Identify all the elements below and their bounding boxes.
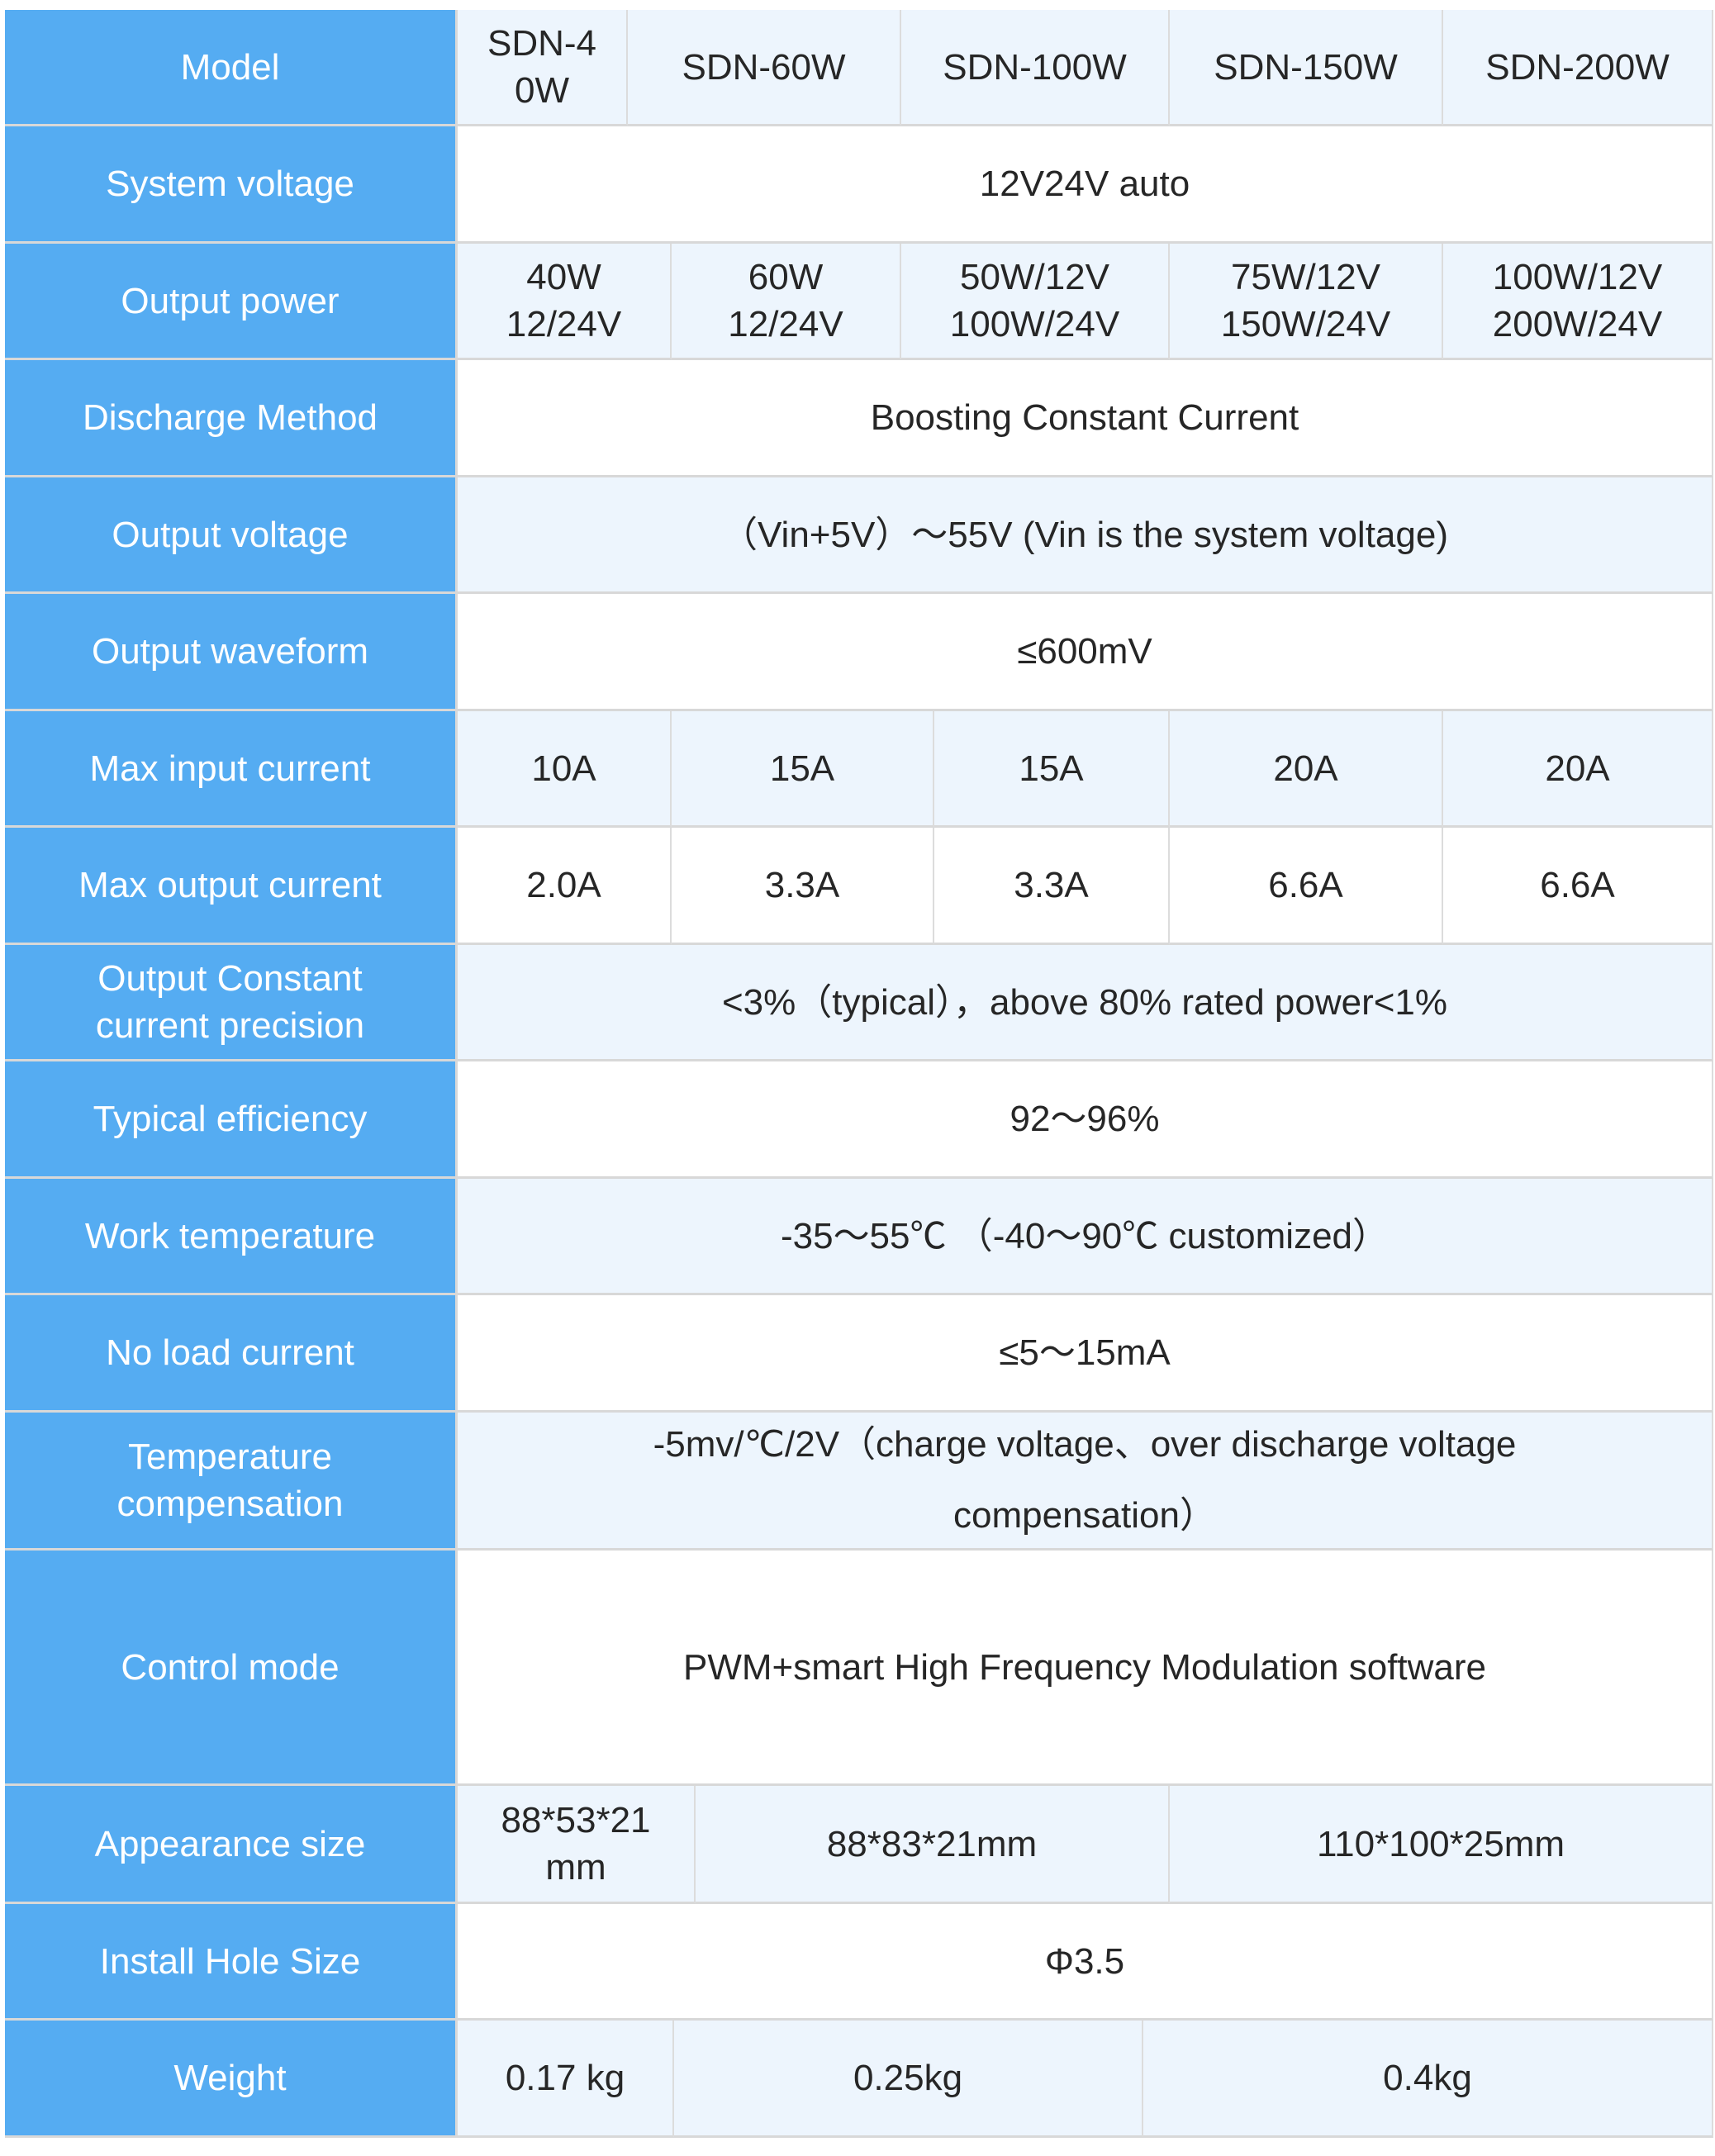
- table-row-current-precision: Output Constant current precision <3%（ty…: [5, 945, 1713, 1061]
- value-cell: 50W/12V 100W/24V: [901, 244, 1170, 360]
- table-row-work-temperature: Work temperature -35～55℃ （-40～90℃ custom…: [5, 1179, 1713, 1295]
- row-label: Output power: [5, 244, 458, 360]
- model-cell: SDN-200W: [1443, 10, 1713, 126]
- value-cell: 92～96%: [458, 1061, 1713, 1179]
- row-label: Max input current: [5, 711, 458, 828]
- value-cell: （Vin+5V）～55V (Vin is the system voltage): [458, 477, 1713, 594]
- value-cell: 20A: [1443, 711, 1713, 828]
- row-label: Temperature compensation: [5, 1413, 458, 1551]
- row-label: Typical efficiency: [5, 1061, 458, 1179]
- value-cell: <3%（typical），above 80% rated power<1%: [458, 945, 1713, 1061]
- table-row-system-voltage: System voltage 12V24V auto: [5, 126, 1713, 244]
- value-cell: 10A: [458, 711, 672, 828]
- value-cell: 40W 12/24V: [458, 244, 672, 360]
- table-row-control-mode: Control mode PWM+smart High Frequency Mo…: [5, 1551, 1713, 1786]
- value-cell: 0.4kg: [1143, 2021, 1713, 2138]
- value-cell: 88*83*21mm: [696, 1786, 1170, 1904]
- value-cell: 60W 12/24V: [672, 244, 901, 360]
- row-label: Discharge Method: [5, 360, 458, 477]
- value-cell: 0.17 kg: [458, 2021, 674, 2138]
- model-cell: SDN-4 0W: [458, 10, 628, 126]
- value-cell: ≤600mV: [458, 594, 1713, 711]
- value-cell: 6.6A: [1170, 828, 1443, 945]
- table-row-temperature-compensation: Temperature compensation -5mv/℃/2V（charg…: [5, 1413, 1713, 1551]
- value-cell: 15A: [934, 711, 1170, 828]
- table-row-max-output-current: Max output current 2.0A 3.3A 3.3A 6.6A 6…: [5, 828, 1713, 945]
- value-cell: ≤5～15mA: [458, 1295, 1713, 1413]
- row-label: Weight: [5, 2021, 458, 2138]
- row-label: Model: [5, 10, 458, 126]
- row-label: System voltage: [5, 126, 458, 244]
- table-row-weight: Weight 0.17 kg 0.25kg 0.4kg: [5, 2021, 1713, 2138]
- value-cell: -5mv/℃/2V（charge voltage、over discharge …: [458, 1413, 1713, 1551]
- model-cell: SDN-60W: [628, 10, 901, 126]
- row-label: Max output current: [5, 828, 458, 945]
- value-cell: 75W/12V 150W/24V: [1170, 244, 1443, 360]
- value-cell: 20A: [1170, 711, 1443, 828]
- value-cell: 100W/12V 200W/24V: [1443, 244, 1713, 360]
- value-cell: 15A: [672, 711, 934, 828]
- row-label: Output voltage: [5, 477, 458, 594]
- value-cell: 12V24V auto: [458, 126, 1713, 244]
- row-label: Control mode: [5, 1551, 458, 1786]
- table-row-discharge-method: Discharge Method Boosting Constant Curre…: [5, 360, 1713, 477]
- table-row-max-input-current: Max input current 10A 15A 15A 20A 20A: [5, 711, 1713, 828]
- row-label: No load current: [5, 1295, 458, 1413]
- model-cell: SDN-150W: [1170, 10, 1443, 126]
- table-row-no-load-current: No load current ≤5～15mA: [5, 1295, 1713, 1413]
- row-label: Output waveform: [5, 594, 458, 711]
- row-label: Work temperature: [5, 1179, 458, 1295]
- table-row-model: Model SDN-4 0W SDN-60W SDN-100W SDN-150W…: [5, 10, 1713, 126]
- value-cell: 6.6A: [1443, 828, 1713, 945]
- table-row-typical-efficiency: Typical efficiency 92～96%: [5, 1061, 1713, 1179]
- row-label: Output Constant current precision: [5, 945, 458, 1061]
- value-cell: -35～55℃ （-40～90℃ customized）: [458, 1179, 1713, 1295]
- value-cell: 88*53*21 mm: [458, 1786, 696, 1904]
- table-row-output-waveform: Output waveform ≤600mV: [5, 594, 1713, 711]
- value-cell: 2.0A: [458, 828, 672, 945]
- row-label: Appearance size: [5, 1786, 458, 1904]
- table-row-appearance-size: Appearance size 88*53*21 mm 88*83*21mm 1…: [5, 1786, 1713, 1904]
- table-row-output-power: Output power 40W 12/24V 60W 12/24V 50W/1…: [5, 244, 1713, 360]
- value-cell: PWM+smart High Frequency Modulation soft…: [458, 1551, 1713, 1786]
- value-cell: 3.3A: [672, 828, 934, 945]
- value-cell: 0.25kg: [674, 2021, 1143, 2138]
- value-cell: 110*100*25mm: [1170, 1786, 1713, 1904]
- value-cell: Φ3.5: [458, 1904, 1713, 2021]
- table-row-output-voltage: Output voltage （Vin+5V）～55V (Vin is the …: [5, 477, 1713, 594]
- table-row-install-hole-size: Install Hole Size Φ3.5: [5, 1904, 1713, 2021]
- row-label: Install Hole Size: [5, 1904, 458, 2021]
- value-cell: Boosting Constant Current: [458, 360, 1713, 477]
- value-cell: 3.3A: [934, 828, 1170, 945]
- model-cell: SDN-100W: [901, 10, 1170, 126]
